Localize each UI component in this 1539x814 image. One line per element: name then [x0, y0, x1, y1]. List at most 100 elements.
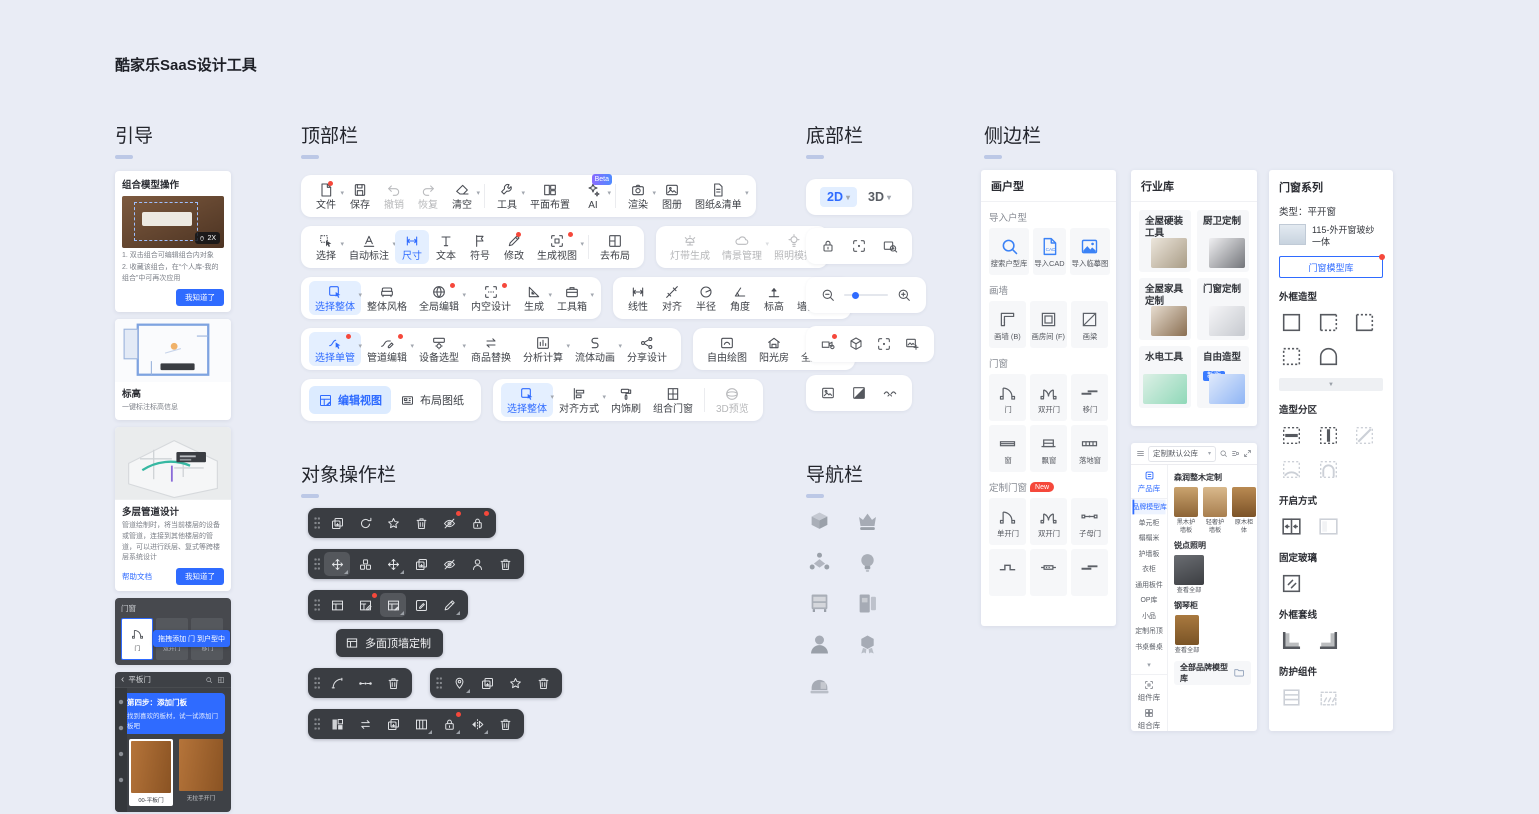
rail-category[interactable]: 书桌餐桌: [1132, 639, 1165, 653]
frame-shape-option[interactable]: [1316, 344, 1341, 369]
toolbar-item[interactable]: 去布局: [594, 230, 636, 264]
object-toolbar-button[interactable]: [436, 593, 462, 617]
toolbar-item[interactable]: 图纸&清单: [689, 179, 748, 213]
nav-icon-button[interactable]: [854, 508, 902, 535]
catalog-product[interactable]: 黑木护墙板: [1174, 487, 1198, 535]
toolbar-item[interactable]: 阳光房: [753, 332, 795, 366]
toolbar-item[interactable]: 恢复: [411, 179, 445, 213]
nav-icon-button[interactable]: [854, 631, 902, 658]
object-toolbar-button[interactable]: [380, 552, 406, 576]
toolbar-item[interactable]: 情景管理: [716, 230, 768, 264]
collapse-bar[interactable]: [1279, 378, 1383, 391]
object-toolbar-button[interactable]: [324, 511, 350, 535]
toolbar-item-wide[interactable]: 编辑视图: [309, 386, 391, 414]
object-toolbar-button[interactable]: [408, 712, 434, 736]
catalog-tile[interactable]: 落地窗: [1071, 425, 1108, 472]
expand-icon[interactable]: [1243, 449, 1252, 458]
toolbar-item-wide[interactable]: 布局图纸: [391, 386, 473, 414]
toolbar-item[interactable]: 保存: [343, 179, 377, 213]
frame-shape-option[interactable]: [1279, 310, 1304, 335]
rail-category[interactable]: 榻榻米: [1132, 531, 1165, 545]
toolbar-item[interactable]: 选择整体: [501, 383, 553, 417]
opening-mode-option[interactable]: [1279, 514, 1304, 539]
partition-option[interactable]: [1279, 457, 1304, 482]
object-toolbar-button[interactable]: [464, 712, 490, 736]
catalog-tile[interactable]: 画墙 (B): [989, 301, 1026, 348]
toolbar-item[interactable]: 生成: [517, 281, 551, 315]
catalog-tile[interactable]: 导入临摹图: [1070, 228, 1110, 275]
bottom-bar-button[interactable]: [820, 238, 836, 254]
nav-icon-button[interactable]: [854, 549, 902, 576]
frame-trim-option[interactable]: [1279, 628, 1304, 653]
toolbar-item[interactable]: 全局编辑: [413, 281, 465, 315]
rail-category[interactable]: 定制吊顶: [1132, 624, 1165, 638]
object-toolbar-button[interactable]: [492, 552, 518, 576]
toolbar-item[interactable]: 对齐方式: [553, 383, 605, 417]
industry-card[interactable]: 全屋硬装工具: [1139, 210, 1191, 272]
catalog-tile[interactable]: 双开门: [1030, 498, 1067, 545]
frame-trim-option[interactable]: [1316, 628, 1341, 653]
library-select[interactable]: 定制默认公库: [1148, 446, 1216, 462]
toolbar-item[interactable]: 图册: [655, 179, 689, 213]
industry-card[interactable]: 厨卫定制: [1197, 210, 1249, 272]
search-icon[interactable]: [1219, 449, 1228, 458]
toolbar-item[interactable]: [615, 184, 616, 208]
object-toolbar-button[interactable]: [380, 712, 406, 736]
bottom-bar-button[interactable]: [820, 287, 836, 303]
view-mode-button[interactable]: 2D: [820, 187, 857, 207]
bottom-bar-button[interactable]: [851, 238, 867, 254]
partition-option[interactable]: [1352, 423, 1377, 448]
drag-handle-icon[interactable]: [314, 558, 320, 571]
toolbar-item[interactable]: 自由绘图: [701, 332, 753, 366]
toolbar-item[interactable]: 商品替换: [465, 332, 517, 366]
got-it-button[interactable]: 我知道了: [176, 568, 224, 585]
toolbar-item[interactable]: 设备选型: [413, 332, 465, 366]
nav-icon-button[interactable]: [806, 672, 854, 699]
rail-library-item[interactable]: 组件库: [1138, 680, 1161, 703]
toolbar-item[interactable]: 分析计算: [517, 332, 569, 366]
toolbar-item[interactable]: [484, 184, 485, 208]
rail-category[interactable]: 护墙板: [1132, 546, 1165, 560]
toolbar-item[interactable]: 半径: [689, 281, 723, 315]
bottom-bar-button[interactable]: [882, 238, 898, 254]
nav-icon-button[interactable]: [806, 549, 854, 576]
catalog-product[interactable]: 查看全部: [1174, 555, 1204, 595]
bottom-bar-button[interactable]: [848, 336, 864, 352]
nav-icon-button[interactable]: [806, 631, 854, 658]
bottom-bar-button[interactable]: [896, 287, 912, 303]
bottom-bar-button[interactable]: [851, 385, 867, 401]
toolbar-item[interactable]: 平面布置: [524, 179, 576, 213]
toolbar-item[interactable]: 工具箱: [551, 281, 593, 315]
got-it-button[interactable]: 我知道了: [176, 289, 224, 306]
bottom-bar-button[interactable]: [904, 336, 920, 352]
toolbar-item[interactable]: 管道编辑: [361, 332, 413, 366]
toolbar-item[interactable]: 工具: [490, 179, 524, 213]
toolbar-item[interactable]: 清空: [445, 179, 479, 213]
rail-category[interactable]: 单元柜: [1132, 515, 1165, 529]
view-mode-button[interactable]: 3D: [861, 187, 898, 207]
toolbar-item[interactable]: 尺寸: [395, 230, 429, 264]
catalog-product[interactable]: 轻奢护墙板: [1203, 487, 1227, 535]
object-toolbar-button[interactable]: [492, 712, 518, 736]
catalog-tile[interactable]: 飘窗: [1030, 425, 1067, 472]
rail-more-caret[interactable]: [1131, 654, 1167, 675]
partition-option[interactable]: [1316, 423, 1341, 448]
toolbar-item[interactable]: 流体动画: [569, 332, 621, 366]
industry-card[interactable]: 门窗定制: [1197, 278, 1249, 340]
catalog-tile[interactable]: 移门: [1071, 374, 1108, 421]
catalog-tile[interactable]: 双开门: [1030, 374, 1067, 421]
current-window-product[interactable]: 115-外开窗玻纱一体: [1279, 224, 1383, 248]
rail-library-item[interactable]: 组合库: [1138, 708, 1161, 731]
object-toolbar-button[interactable]: [352, 671, 378, 695]
industry-card[interactable]: 全屋家具定制: [1139, 278, 1191, 340]
catalog-tile[interactable]: [989, 549, 1026, 596]
guard-component-option[interactable]: [1279, 685, 1304, 710]
fixed-glass-option[interactable]: [1279, 571, 1304, 596]
door-tile[interactable]: 门: [121, 618, 153, 660]
toolbar-item[interactable]: 选择单管: [309, 332, 361, 366]
object-toolbar-button[interactable]: [436, 552, 462, 576]
rail-category[interactable]: 小品: [1132, 608, 1165, 622]
filter-list-icon[interactable]: [1231, 449, 1240, 458]
bottom-bar-button[interactable]: [882, 385, 898, 401]
object-toolbar-button[interactable]: [446, 671, 472, 695]
